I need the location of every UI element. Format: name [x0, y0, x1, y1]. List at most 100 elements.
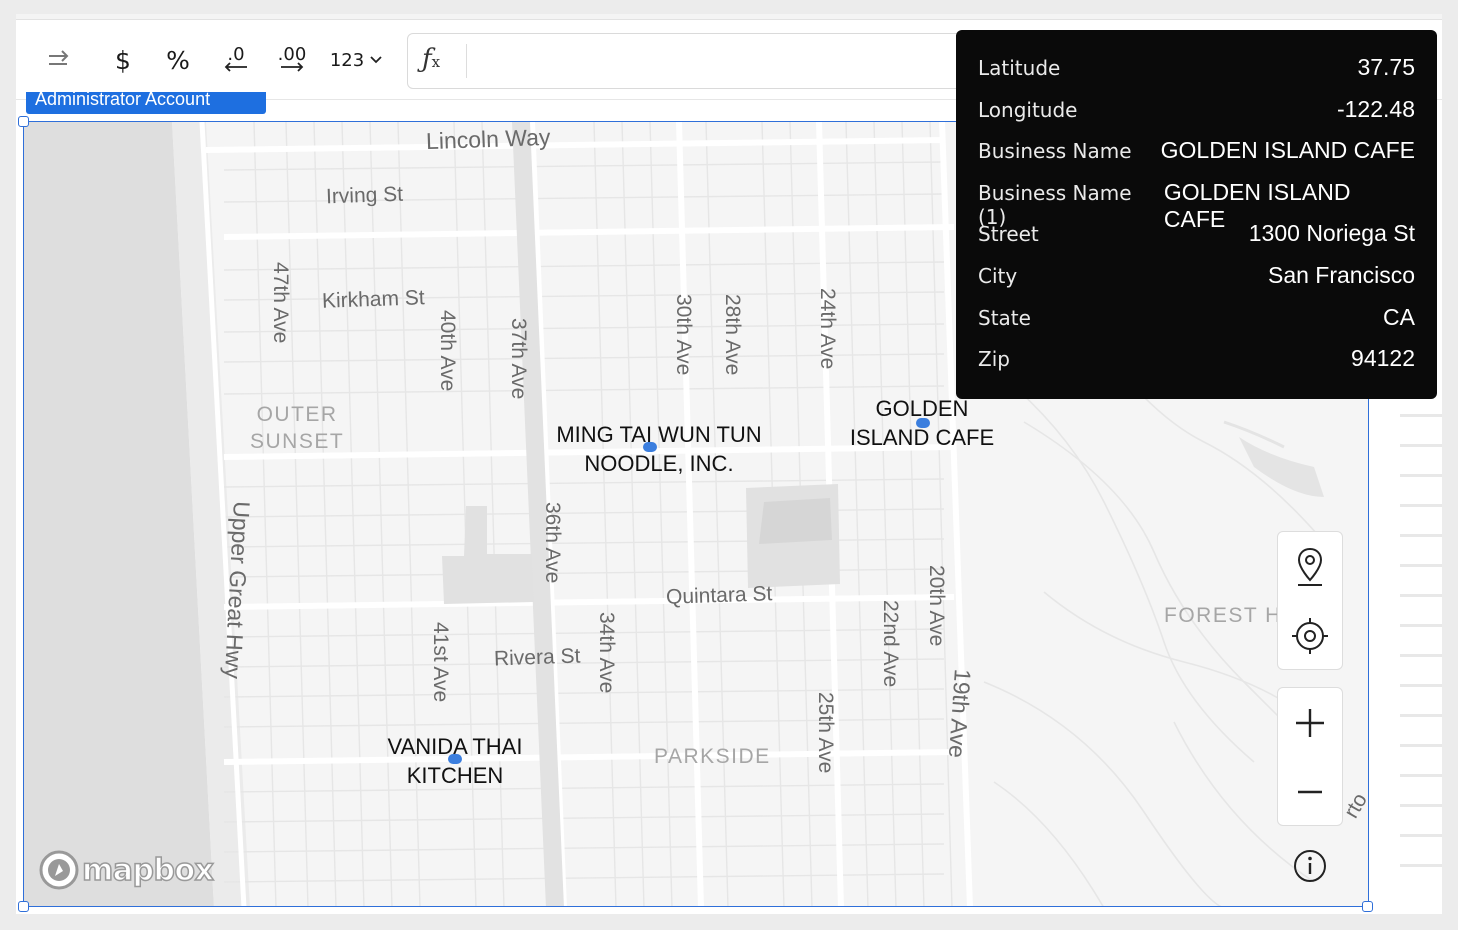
gridline — [1400, 624, 1442, 627]
mapbox-logo[interactable]: mapbox — [38, 849, 215, 891]
increase-decimals-label: .00 — [277, 44, 307, 65]
tooltip-key: Street — [978, 222, 1039, 247]
tooltip-value: GOLDEN ISLAND CAFE — [1160, 137, 1415, 164]
minus-icon — [1298, 790, 1322, 794]
business-name-line-2: NOODLE, INC. — [584, 451, 734, 476]
decrease-decimals-label: .0 — [227, 44, 245, 65]
selection-badge: Administrator Account — [26, 92, 266, 114]
tooltip-key: State — [978, 305, 1031, 330]
redo-button[interactable] — [40, 40, 78, 80]
locate-me-button[interactable] — [1278, 601, 1342, 671]
tooltip-value: 37.75 — [1357, 54, 1415, 80]
neighborhood-line-1: OUTER — [256, 403, 338, 426]
gridline — [1400, 654, 1442, 657]
percent-label: % — [166, 45, 190, 75]
street-label-irving-st: Irving St — [325, 182, 404, 209]
tooltip-key: City — [978, 263, 1018, 288]
tooltip-row-latitude: Latitude 37.75 — [978, 54, 1415, 96]
tooltip-key: Zip — [978, 347, 1010, 372]
tooltip-row-business-name: Business Name GOLDEN ISLAND CAFE — [978, 137, 1415, 179]
tooltip-row-zip: Zip 94122 — [978, 345, 1415, 387]
street-label-kirkham-st: Kirkham St — [321, 286, 426, 313]
mapbox-wordmark: mapbox — [81, 852, 214, 889]
gridline — [1400, 564, 1442, 567]
business-label-ming-tai: MING TAI WUN TUN NOODLE, INC. — [541, 420, 777, 478]
crosshair-icon — [1292, 618, 1328, 654]
tooltip-value: CA — [1383, 303, 1415, 330]
gridline — [1400, 594, 1442, 597]
gridline — [1400, 714, 1442, 717]
redo-icon — [49, 50, 69, 65]
top-divider — [16, 14, 1442, 20]
tooltip-row-business-name-1: Business Name (1) GOLDEN ISLAND CAFE — [978, 179, 1415, 232]
map-pin-icon — [1297, 547, 1323, 586]
gridline — [1400, 804, 1442, 807]
tooltip-value: 1300 Noriega St — [1248, 220, 1415, 247]
neighborhood-forest-hill: FOREST H — [1164, 604, 1282, 627]
plus-icon — [1296, 709, 1324, 737]
street-label-40th-ave: 40th Ave — [436, 310, 459, 392]
street-label-28th-ave: 28th Ave — [721, 294, 744, 376]
neighborhood-line-2: SUNSET — [250, 430, 345, 453]
business-name-line-1: MING TAI WUN TUN — [556, 422, 762, 447]
tooltip-row-city: City San Francisco — [978, 262, 1415, 304]
resize-handle-bottom-right[interactable] — [1362, 901, 1373, 912]
map-zoom-controls — [1277, 687, 1343, 826]
zoom-out-button[interactable] — [1278, 757, 1342, 827]
function-icon: ƒx — [422, 44, 441, 74]
tooltip-value: 94122 — [1351, 345, 1415, 372]
number-format-label: 123 — [329, 49, 365, 71]
tooltip-row-state: State CA — [978, 304, 1415, 346]
street-label-47th-ave: 47th Ave — [269, 262, 292, 344]
gridline — [1400, 474, 1442, 477]
resize-handle-bottom-left[interactable] — [18, 901, 29, 912]
app-window: { "toolbar": { "currency_label": "$", "p… — [0, 0, 1458, 930]
street-label-lincoln-way: Lincoln Way — [425, 123, 551, 155]
arrow-left-icon — [224, 62, 247, 72]
currency-format-button[interactable]: $ — [106, 40, 140, 80]
map-info-button[interactable] — [1291, 847, 1329, 885]
business-name-line-2: ISLAND CAFE — [849, 425, 995, 450]
gridline — [1400, 414, 1442, 417]
chevron-down-icon — [370, 56, 382, 64]
map-location-controls — [1277, 531, 1343, 670]
gridline — [1400, 774, 1442, 777]
tooltip-key: Business Name — [978, 139, 1132, 164]
drop-pin-button[interactable] — [1278, 532, 1342, 602]
currency-label: $ — [115, 45, 131, 75]
resize-handle-top-left[interactable] — [18, 116, 29, 127]
business-label-golden-island: GOLDEN ISLAND CAFE — [842, 394, 1002, 452]
arrow-right-icon — [281, 62, 304, 72]
gridline — [1400, 684, 1442, 687]
street-label-34th-ave: 34th Ave — [595, 612, 618, 694]
street-label-41st-ave: 41st Ave — [429, 622, 452, 703]
business-name-line-2: KITCHEN — [406, 763, 504, 788]
number-format-dropdown[interactable]: 123 — [328, 40, 384, 80]
formula-input[interactable] — [474, 42, 954, 80]
mapbox-icon — [39, 850, 79, 890]
info-icon — [1294, 850, 1326, 882]
tooltip-key: Latitude — [978, 56, 1061, 80]
selection-badge-label: Administrator Account — [35, 92, 211, 109]
percent-format-button[interactable]: % — [161, 40, 195, 80]
business-label-vanida-thai: VANIDA THAI KITCHEN — [374, 732, 536, 790]
neighborhood-parkside: PARKSIDE — [654, 745, 771, 768]
street-label-22nd-ave: 22nd Ave — [879, 600, 902, 688]
tooltip-value: San Francisco — [1267, 261, 1415, 288]
street-label-37th-ave: 37th Ave — [507, 318, 530, 400]
increase-decimals-button[interactable]: .00 — [272, 40, 312, 80]
gridline — [1400, 534, 1442, 537]
tooltip-value: -122.48 — [1336, 95, 1415, 122]
gridline — [1400, 864, 1442, 867]
tooltip-row-longitude: Longitude -122.48 — [978, 96, 1415, 138]
gridline — [1400, 834, 1442, 837]
street-label-rivera-st: Rivera St — [493, 644, 581, 671]
street-label-30th-ave: 30th Ave — [672, 294, 695, 376]
gridline — [1400, 444, 1442, 447]
neighborhood-outer-sunset: OUTER SUNSET — [250, 401, 344, 455]
gridline — [1400, 504, 1442, 507]
zoom-in-button[interactable] — [1278, 688, 1342, 758]
street-label-quintara-st: Quintara St — [665, 582, 773, 609]
street-label-24th-ave: 24th Ave — [816, 288, 839, 370]
decrease-decimals-button[interactable]: .0 — [216, 40, 256, 80]
